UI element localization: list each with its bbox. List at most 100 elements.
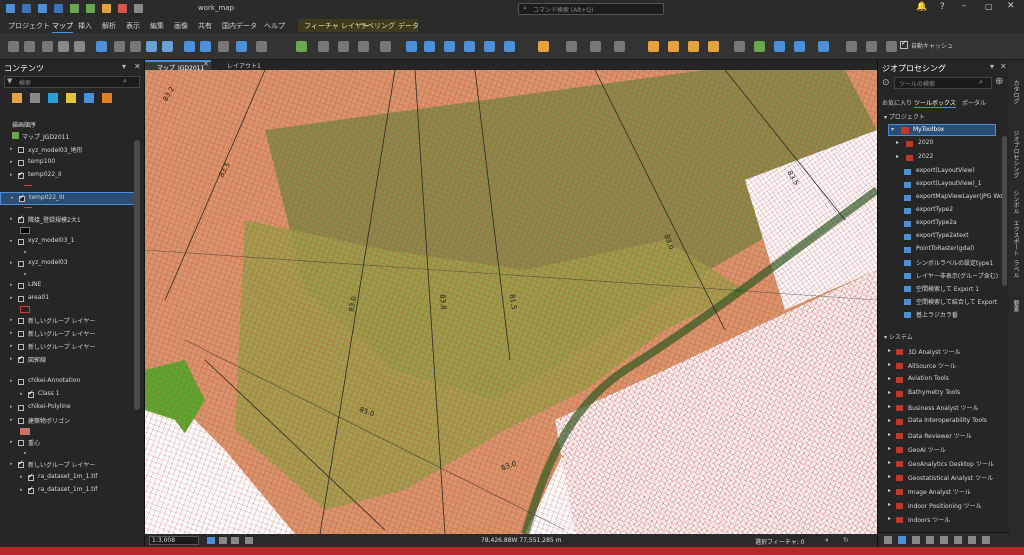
tool-row[interactable]: exportType2atext <box>878 231 1004 245</box>
quick-access-icon[interactable] <box>134 4 143 13</box>
expand-icon[interactable]: ▸ <box>10 238 13 244</box>
layer-row[interactable]: ▸ 隣接_登録規模2大1 <box>0 214 140 227</box>
layer-visibility-checkbox[interactable] <box>18 459 24 468</box>
save-icon[interactable] <box>54 4 63 13</box>
bookmark-icon[interactable] <box>58 41 69 52</box>
download-map-icon[interactable] <box>504 41 515 52</box>
tab-favorites[interactable]: お気に入り <box>882 98 912 107</box>
project-heading[interactable]: ▾ プロジェクト <box>884 112 925 121</box>
menu-labeling[interactable]: ラベリング <box>360 21 395 31</box>
auto-cache-checkbox[interactable]: ✓ <box>900 39 908 49</box>
menu-imagery[interactable]: 画像 <box>174 21 188 31</box>
layer-visibility-checkbox[interactable] <box>18 331 24 337</box>
expand-icon[interactable]: ▸ <box>10 295 13 301</box>
element-tab-icon[interactable] <box>954 536 962 544</box>
symbology-tab-icon[interactable] <box>912 536 920 544</box>
menu-share[interactable]: 共有 <box>198 21 212 31</box>
close-pane-icon[interactable]: ✕ <box>134 62 141 71</box>
infographics-icon[interactable] <box>464 41 475 52</box>
expand-icon[interactable]: ▸ <box>10 146 13 152</box>
layer-visibility-checkbox[interactable] <box>28 389 34 398</box>
history-tab-icon[interactable] <box>926 536 934 544</box>
clear-cache-icon[interactable] <box>846 41 857 52</box>
menu-insert[interactable]: 挿入 <box>78 21 92 31</box>
system-toolbox-row[interactable]: ▸ AllSource ツール <box>878 360 1004 374</box>
layer-visibility-checkbox[interactable] <box>18 344 24 350</box>
layer-row[interactable]: ▸ 新しいグループ レイヤー <box>0 341 140 354</box>
tool-row[interactable]: exportMapViewLayer(JPG Wo <box>878 192 1004 206</box>
expand-icon[interactable]: ▸ <box>10 159 13 165</box>
tool-row[interactable]: exportType2a <box>878 218 1004 232</box>
layer-visibility-checkbox[interactable] <box>18 147 24 153</box>
cut-icon[interactable] <box>8 41 19 52</box>
export-tab-icon[interactable] <box>968 536 976 544</box>
expand-icon[interactable]: ▸ <box>10 378 13 384</box>
layer-row[interactable]: ▸ chikei-Polyline <box>0 402 140 415</box>
points-icon[interactable] <box>818 41 829 52</box>
labeling-icon[interactable] <box>538 41 549 52</box>
expand-icon[interactable]: ▸ <box>20 487 23 493</box>
menu-project[interactable]: プロジェクト <box>8 21 50 31</box>
layer-visibility-checkbox[interactable] <box>18 261 24 267</box>
rotation-icon[interactable] <box>231 537 239 544</box>
layer-row[interactable]: ▸ temp100 <box>0 157 140 170</box>
tool-row[interactable]: レイヤー非表示(グループ含む) <box>878 270 1004 284</box>
lock-icon[interactable] <box>566 41 577 52</box>
close-icon[interactable]: ✕ <box>1007 1 1015 11</box>
side-tab-catalog[interactable]: カタログ <box>1011 80 1020 104</box>
system-toolbox-row[interactable]: ▸ Bathymetry Tools <box>878 388 1004 402</box>
sync-icon[interactable] <box>668 41 679 52</box>
map-name[interactable]: マップ_JGD2011 <box>22 132 69 141</box>
layer-visibility-checkbox[interactable] <box>28 472 34 481</box>
menu-view[interactable]: 表示 <box>126 21 140 31</box>
layer-visibility-checkbox[interactable] <box>18 170 24 179</box>
layer-visibility-checkbox[interactable] <box>18 405 24 411</box>
graphics-icon[interactable] <box>774 41 785 52</box>
cache-icon[interactable] <box>708 41 719 52</box>
tool-row[interactable]: PointToRaster(gdal) <box>878 244 1004 258</box>
tool-row[interactable]: 空間検索して Export 1 <box>878 283 1004 297</box>
expand-icon[interactable]: ▸ <box>10 417 13 423</box>
tool-row[interactable]: export(LayoutView) <box>878 166 1004 180</box>
map-view[interactable]: 83.2 83.5 83.0 83.8 81.5 83.0 83.5 85.0 … <box>145 70 877 534</box>
layer-visibility-checkbox[interactable] <box>18 283 24 289</box>
refresh-icon[interactable]: ↻ <box>843 536 849 544</box>
system-toolbox-row[interactable]: ▸ GeoAnalytics Desktop ツール <box>878 458 1004 472</box>
system-toolbox-row[interactable]: ▸ Data Interoperability Tools <box>878 416 1004 430</box>
tool-row[interactable]: exportType2 <box>878 205 1004 219</box>
layer-row[interactable]: ▸ 重心 <box>0 437 140 450</box>
list-by-drawing-order-icon[interactable] <box>12 93 22 103</box>
menu-help[interactable]: ヘルプ <box>264 21 285 31</box>
system-toolbox-row[interactable]: ▸ Geostatistical Analyst ツール <box>878 472 1004 486</box>
side-tab-geoprocessing[interactable]: ジオプロセシング <box>1011 130 1020 178</box>
zoom-icon[interactable] <box>74 41 85 52</box>
basemap-icon[interactable] <box>256 41 267 52</box>
expand-icon[interactable]: ▸ <box>10 439 13 445</box>
layer-template-icon[interactable] <box>734 41 745 52</box>
system-toolbox-row[interactable]: ▸ Data Reviewer ツール <box>878 430 1004 444</box>
next-extent-icon[interactable] <box>200 41 211 52</box>
close-tab-icon[interactable]: ✕ <box>203 60 209 68</box>
help-icon[interactable]: ? <box>940 2 945 12</box>
add-icon[interactable]: ⊕ <box>995 76 1003 87</box>
side-tab-export[interactable]: エクスポート <box>1011 220 1020 256</box>
new-project-icon[interactable] <box>22 4 31 13</box>
fullextent-icon[interactable] <box>114 41 125 52</box>
list-by-labeling-icon[interactable] <box>102 93 112 103</box>
expand-icon[interactable]: ▸ <box>10 404 13 410</box>
fixed-zoom-icon[interactable] <box>130 41 141 52</box>
copy-icon[interactable] <box>24 41 35 52</box>
folder-icon[interactable] <box>102 4 111 13</box>
minimize-icon[interactable]: – <box>962 1 967 11</box>
paste-icon[interactable] <box>42 41 53 52</box>
system-toolbox-row[interactable]: ▸ GeoAI ツール <box>878 444 1004 458</box>
tool-row[interactable]: シンボルラベルの設定type1 <box>878 257 1004 271</box>
system-toolbox-row[interactable]: ▸ Indoors ツール <box>878 514 1004 528</box>
layer-visibility-checkbox[interactable] <box>18 318 24 324</box>
open-project-icon[interactable] <box>38 4 47 13</box>
select-by-location-icon[interactable] <box>358 41 369 52</box>
previous-extent-icon[interactable] <box>184 41 195 52</box>
zoom-out-icon[interactable] <box>162 41 173 52</box>
measure-icon[interactable] <box>424 41 435 52</box>
expand-icon[interactable]: ▸ <box>10 356 13 362</box>
